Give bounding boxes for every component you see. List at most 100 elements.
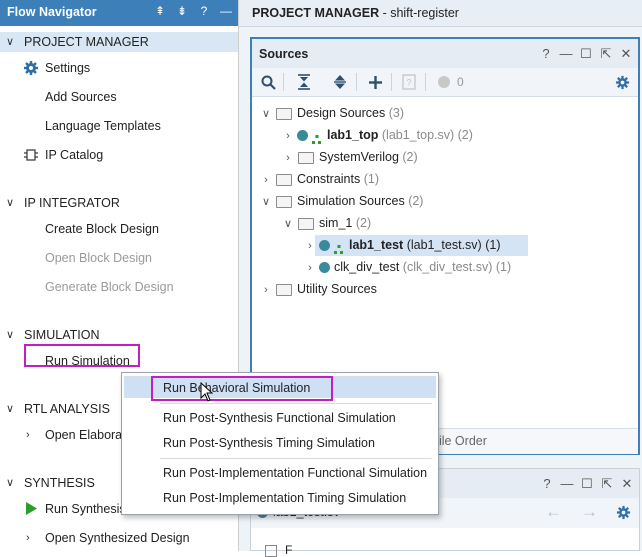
nav-open-synthesized-design[interactable]: Open Synthesized Design	[45, 531, 190, 545]
chevron-down-icon[interactable]: ∨	[6, 35, 18, 48]
context-menu: Run Behavioral Simulation Run Post-Synth…	[121, 372, 439, 515]
properties-icon: ?	[399, 72, 419, 92]
mouse-cursor-icon	[200, 382, 214, 402]
section-label-ip-integrator: IP INTEGRATOR	[24, 196, 120, 210]
project-name: - shift-register	[379, 6, 459, 20]
chevron-right-icon[interactable]: ›	[260, 170, 272, 190]
expand-all-icon[interactable]: ⇟	[174, 4, 190, 18]
status-dot-icon	[434, 72, 454, 92]
tree-label: lab1_top	[327, 128, 379, 142]
chevron-right-icon[interactable]: ›	[26, 532, 30, 544]
nav-ip-catalog[interactable]: IP Catalog	[45, 148, 103, 162]
tree-label: clk_div_test	[334, 260, 400, 274]
folder-icon	[298, 151, 314, 164]
chevron-down-icon[interactable]: ∨	[6, 196, 18, 209]
section-label-simulation: SIMULATION	[24, 328, 100, 342]
tree-count: (2)	[355, 216, 372, 230]
tree-row-systemverilog[interactable]: › SystemVerilog (2)	[282, 147, 418, 167]
module-icon	[319, 240, 330, 252]
chevron-down-icon[interactable]: ∨	[260, 192, 272, 212]
maximize-icon[interactable]: ☐	[579, 476, 595, 492]
svg-text:?: ?	[407, 78, 412, 88]
menu-item-post-impl-timing[interactable]: Run Post-Implementation Timing Simulatio…	[163, 491, 406, 505]
partial-label: F	[285, 543, 293, 557]
status-count: 0	[457, 75, 464, 89]
menu-item-post-synth-functional[interactable]: Run Post-Synthesis Functional Simulation	[163, 411, 396, 425]
nav-language-templates[interactable]: Language Templates	[45, 119, 161, 133]
folder-icon	[276, 173, 292, 186]
maximize-icon[interactable]: ☐	[578, 46, 594, 62]
tree-count: (2)	[408, 194, 424, 208]
tree-count: (3)	[388, 106, 405, 120]
nav-settings[interactable]: Settings	[45, 61, 90, 75]
tab-compile-order[interactable]: pile Order	[432, 434, 487, 448]
minimize-icon[interactable]: —	[558, 46, 574, 62]
menu-item-post-impl-functional[interactable]: Run Post-Implementation Functional Simul…	[163, 466, 427, 480]
float-icon[interactable]: ⇱	[599, 476, 615, 492]
chevron-right-icon[interactable]: ›	[304, 236, 316, 256]
flow-navigator-title: Flow Navigator	[7, 5, 97, 19]
help-icon[interactable]: ?	[539, 476, 555, 492]
tree-count: (1)	[485, 238, 501, 252]
tree-count: (1)	[363, 172, 379, 186]
ip-catalog-icon	[24, 149, 38, 161]
tree-row-clk-div-test[interactable]: › clk_div_test (clk_div_test.sv) (1)	[304, 257, 511, 277]
expand-all-icon[interactable]	[330, 72, 350, 92]
tree-label: Design Sources	[297, 106, 386, 120]
forward-arrow-icon[interactable]: →	[581, 502, 598, 522]
chevron-right-icon[interactable]: ›	[260, 280, 272, 300]
back-arrow-icon[interactable]: ←	[545, 502, 562, 522]
menu-item-post-synth-timing[interactable]: Run Post-Synthesis Timing Simulation	[163, 436, 375, 450]
chevron-down-icon[interactable]: ∨	[6, 328, 18, 341]
tree-row-lab1-test[interactable]: › lab1_test (lab1_test.sv) (1)	[304, 235, 500, 255]
close-icon[interactable]: ✕	[619, 476, 635, 492]
help-icon[interactable]: ?	[196, 4, 212, 18]
chevron-down-icon[interactable]: ∨	[282, 214, 294, 234]
chevron-right-icon[interactable]: ›	[282, 126, 294, 146]
tree-row-simulation-sources[interactable]: ∨ Simulation Sources (2)	[260, 191, 424, 212]
minimize-icon[interactable]: —	[559, 476, 575, 492]
tree-row-design-sources[interactable]: ∨ Design Sources (3)	[260, 103, 404, 123]
tree-row-constraints[interactable]: › Constraints (1)	[260, 169, 379, 189]
tree-label: Utility Sources	[297, 282, 377, 296]
project-manager-title: PROJECT MANAGER	[252, 6, 380, 20]
project-manager-header: PROJECT MANAGER - shift-register	[239, 0, 642, 27]
tree-row-sim-1[interactable]: ∨ sim_1 (2)	[282, 213, 371, 233]
chevron-right-icon[interactable]: ›	[282, 148, 294, 168]
chevron-right-icon[interactable]: ›	[26, 429, 30, 441]
nav-generate-block-design: Generate Block Design	[45, 280, 174, 294]
nav-open-elaborated-design[interactable]: Open Elabora	[45, 428, 122, 442]
settings-gear-icon[interactable]	[616, 505, 631, 523]
nav-add-sources[interactable]: Add Sources	[45, 90, 117, 104]
section-label-synthesis: SYNTHESIS	[24, 476, 95, 490]
search-icon[interactable]	[258, 72, 278, 92]
tree-row-lab1-top[interactable]: › lab1_top (lab1_top.sv) (2)	[282, 125, 473, 145]
gear-icon	[24, 61, 38, 75]
nav-create-block-design[interactable]: Create Block Design	[45, 222, 159, 236]
collapse-all-icon[interactable]: ⇞	[152, 4, 168, 18]
tree-label: Simulation Sources	[297, 194, 405, 208]
checkbox[interactable]	[265, 545, 277, 557]
tree-count: (2)	[457, 128, 473, 142]
float-icon[interactable]: ⇱	[598, 46, 614, 62]
hierarchy-icon	[312, 131, 322, 144]
chevron-down-icon[interactable]: ∨	[6, 402, 18, 415]
add-icon[interactable]	[365, 72, 385, 92]
module-icon	[297, 130, 308, 142]
tree-label: sim_1	[319, 216, 353, 230]
nav-open-block-design: Open Block Design	[45, 251, 153, 265]
nav-run-synthesis[interactable]: Run Synthesis	[45, 502, 126, 516]
chevron-right-icon[interactable]: ›	[304, 258, 316, 278]
tree-row-utility-sources[interactable]: › Utility Sources	[260, 279, 377, 299]
help-icon[interactable]: ?	[538, 46, 554, 62]
highlight-box	[24, 344, 140, 367]
chevron-down-icon[interactable]: ∨	[260, 104, 272, 124]
chevron-down-icon[interactable]: ∨	[6, 476, 18, 489]
tree-file: (clk_div_test.sv)	[402, 260, 493, 274]
collapse-all-icon[interactable]	[294, 72, 314, 92]
close-icon[interactable]: ✕	[618, 46, 634, 62]
highlight-box	[151, 376, 333, 401]
section-label-project-manager: PROJECT MANAGER	[24, 35, 149, 49]
minimize-icon[interactable]: —	[218, 4, 234, 18]
settings-gear-icon[interactable]	[612, 72, 632, 92]
